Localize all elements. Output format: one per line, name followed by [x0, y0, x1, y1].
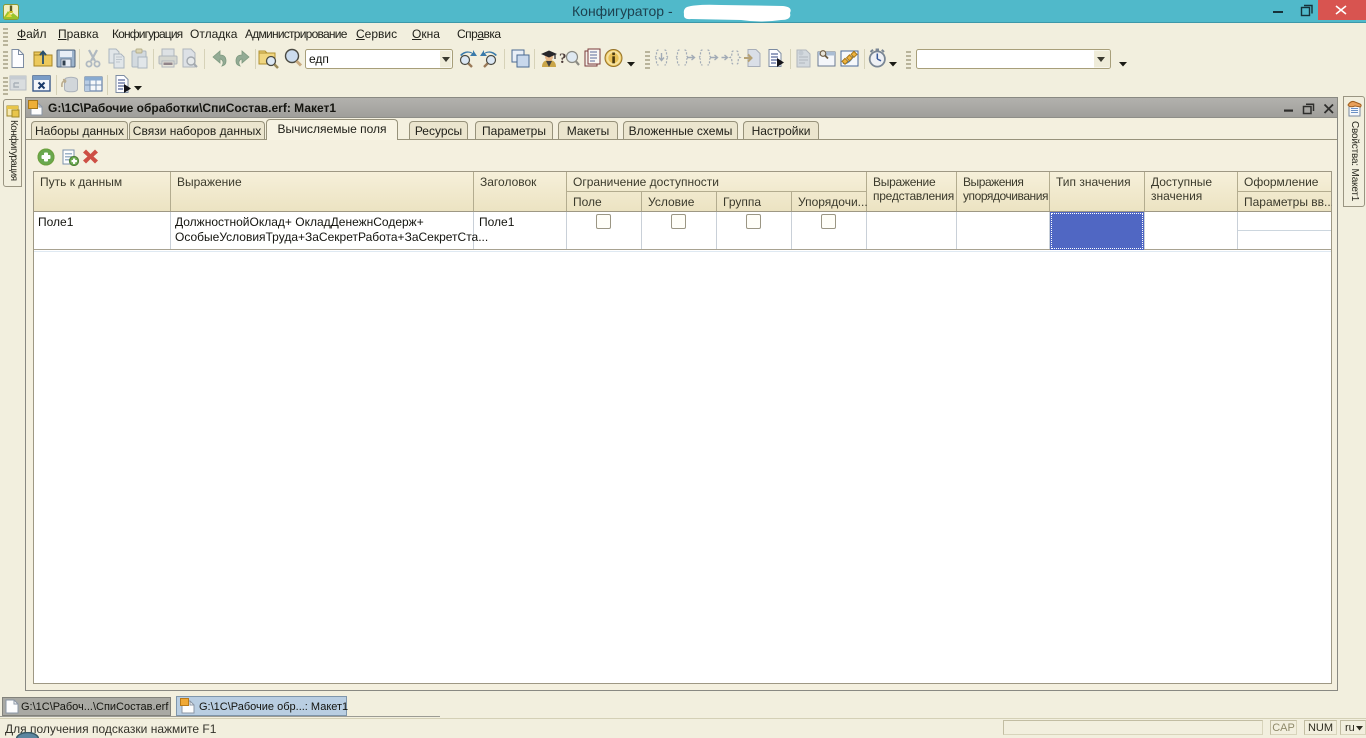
- svg-text:?: ?: [559, 51, 567, 67]
- svg-text:едп: едп: [309, 52, 329, 66]
